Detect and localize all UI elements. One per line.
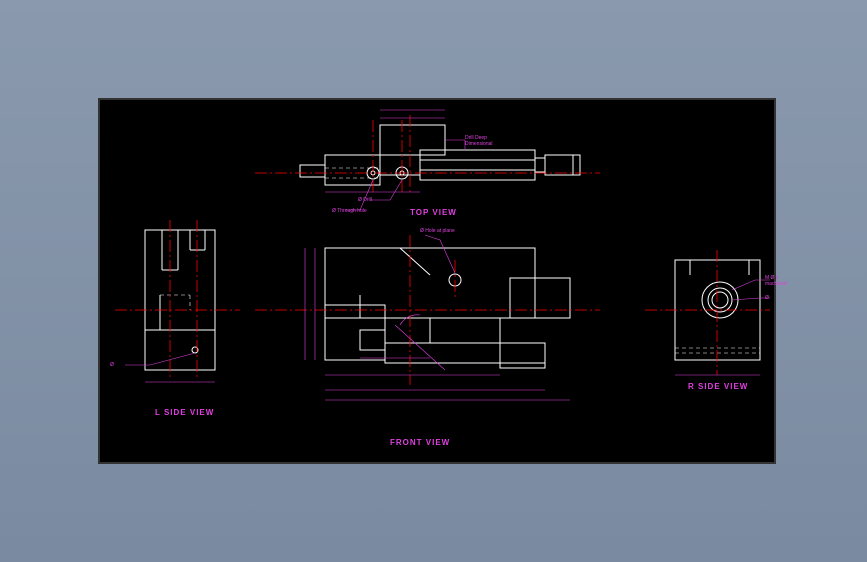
hole-plane-annotation: Ø Hole at plane (420, 228, 455, 234)
drill-deep-annotation: Drill DeepDimensional (465, 135, 493, 147)
through-hole-annotation: Ø Through hole (332, 208, 367, 214)
thread-annotation: M Ø xmachined (765, 275, 787, 287)
left-callout-dim: Ø (110, 362, 114, 368)
top-view-label: TOP VIEW (410, 208, 457, 217)
left-side-view-label: L SIDE VIEW (155, 408, 214, 417)
left-side-view-geometry (115, 220, 240, 382)
front-view-label: FRONT VIEW (390, 438, 450, 447)
top-view-geometry (255, 110, 600, 210)
drawing-canvas: TOP VIEW FRONT VIEW L SIDE VIEW R SIDE V… (98, 98, 776, 464)
front-view-geometry (255, 235, 600, 400)
right-side-view-geometry (645, 250, 770, 375)
dia-annotation: Ø (765, 295, 769, 301)
right-side-view-label: R SIDE VIEW (688, 382, 748, 391)
drill-annotation: Ø Drill (358, 197, 372, 203)
views-container: TOP VIEW FRONT VIEW L SIDE VIEW R SIDE V… (100, 100, 774, 462)
